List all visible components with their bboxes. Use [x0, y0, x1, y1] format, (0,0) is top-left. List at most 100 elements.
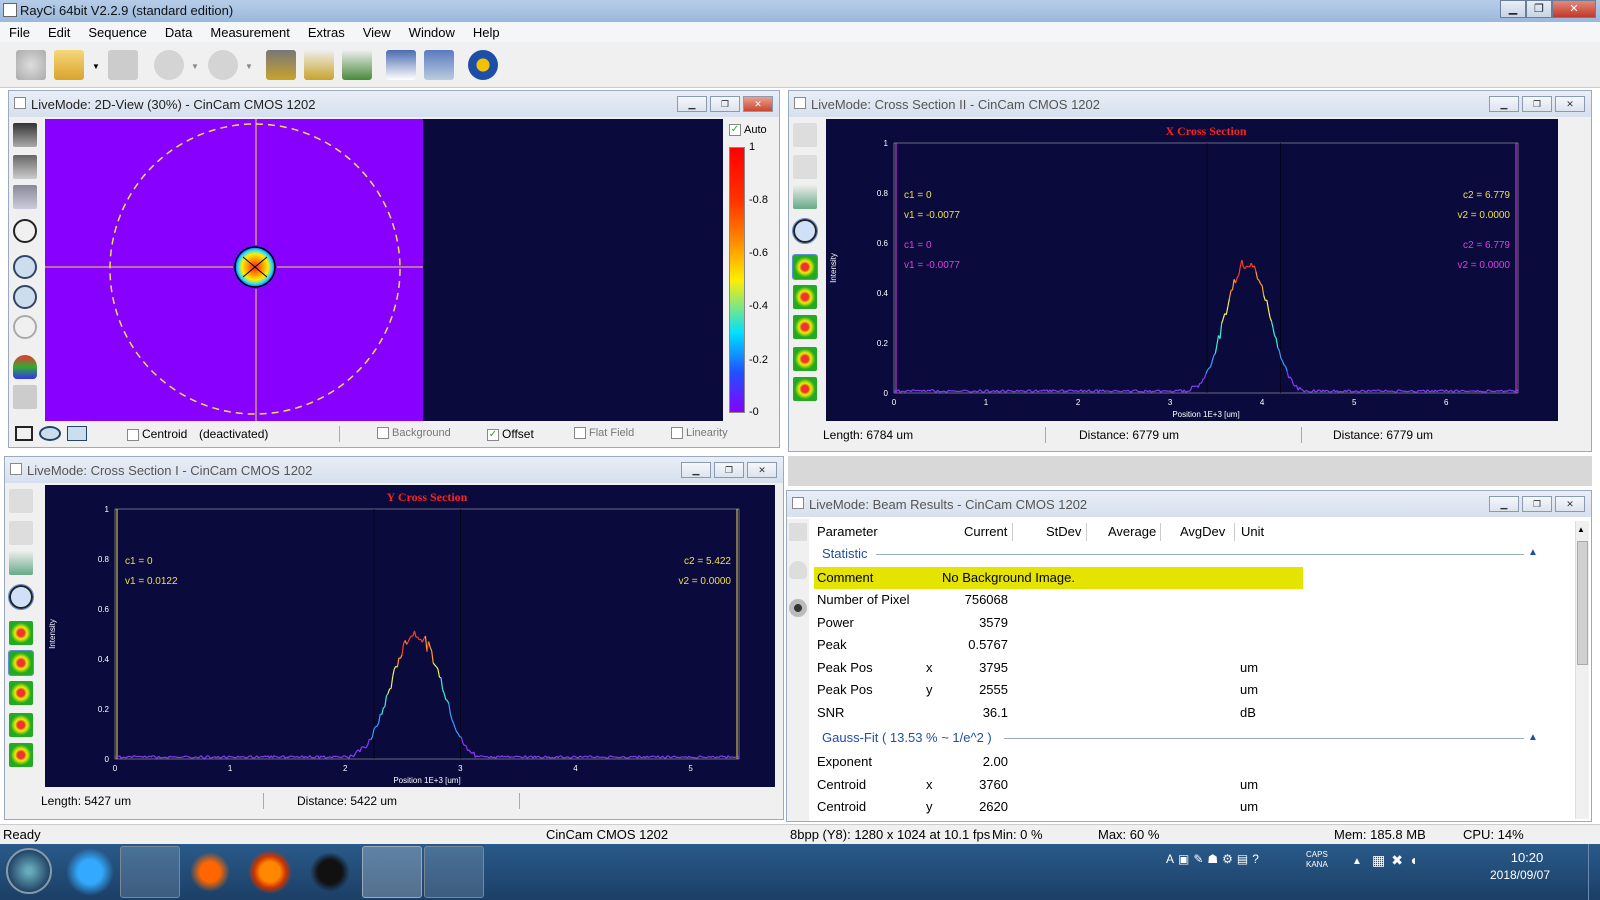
background-checkbox[interactable]: Background — [377, 427, 451, 440]
restore-button[interactable]: ❐ — [714, 462, 744, 478]
header-stdev[interactable]: StDev — [1046, 524, 1081, 539]
report-icon[interactable] — [304, 50, 334, 80]
minimize-button[interactable]: ▁ — [1500, 0, 1526, 18]
rect-aperture-icon[interactable] — [15, 426, 33, 441]
scroll-thumb[interactable] — [1577, 541, 1588, 665]
flatfield-checkbox[interactable]: Flat Field — [574, 427, 634, 440]
collapse-statistic-icon[interactable]: ▲ — [1528, 547, 1538, 558]
export-icon[interactable] — [9, 551, 33, 575]
camera-settings-icon[interactable] — [266, 50, 296, 80]
minimize-button[interactable]: ▁ — [681, 462, 711, 478]
result-row[interactable]: Peak Pos y 2555 um — [814, 679, 1304, 701]
profile-y-icon[interactable] — [8, 650, 34, 676]
auto-checkbox[interactable]: ✓ Auto — [729, 124, 767, 137]
menu-measurement[interactable]: Measurement — [201, 25, 298, 40]
new-icon[interactable] — [16, 50, 46, 80]
save-icon[interactable] — [9, 489, 33, 513]
offset-checkbox[interactable]: ✓ Offset — [487, 427, 534, 441]
redo-icon[interactable] — [208, 50, 238, 80]
firefox-icon[interactable] — [240, 846, 300, 898]
minimize-button[interactable]: ▁ — [677, 96, 707, 112]
profile-major-icon[interactable] — [9, 713, 33, 737]
start-button-icon[interactable] — [6, 848, 52, 894]
crosshair-icon[interactable] — [8, 584, 34, 610]
show-desktop-button[interactable] — [1588, 844, 1600, 900]
x-cross-section-chart[interactable]: X Cross Section 1 0.8 0.6 0.4 0.2 0 0 1 2 3 4 5 6 Posi… — [826, 119, 1558, 421]
save-icon[interactable] — [108, 50, 138, 80]
open-dropdown-icon[interactable]: ▼ — [92, 62, 100, 71]
section-statistic[interactable]: Statistic — [822, 546, 868, 561]
restore-button[interactable]: ❐ — [1522, 96, 1552, 112]
auto-aperture-icon[interactable] — [67, 426, 87, 441]
menu-view[interactable]: View — [354, 25, 400, 40]
help-icon[interactable] — [468, 50, 498, 80]
save-icon[interactable] — [789, 523, 807, 541]
section-gauss-fit[interactable]: Gauss-Fit ( 13.53 % ~ 1/e^2 ) — [822, 730, 992, 745]
panel-icon[interactable] — [13, 385, 37, 409]
profile-x-icon[interactable] — [9, 621, 33, 645]
snapshot-icon[interactable] — [13, 123, 37, 147]
menu-sequence[interactable]: Sequence — [79, 25, 156, 40]
menu-window[interactable]: Window — [400, 25, 464, 40]
minimize-button[interactable]: ▁ — [1489, 96, 1519, 112]
menu-extras[interactable]: Extras — [299, 25, 354, 40]
window-layout-icon[interactable] — [386, 50, 416, 80]
checklist-icon[interactable] — [342, 50, 372, 80]
header-parameter[interactable]: Parameter — [817, 524, 878, 539]
results-scrollbar[interactable]: ▲ — [1575, 521, 1589, 819]
internet-explorer-icon[interactable] — [60, 846, 120, 898]
collapse-gauss-icon[interactable]: ▲ — [1528, 732, 1538, 743]
profile-x-icon[interactable] — [792, 254, 818, 280]
result-row[interactable]: Peak Pos x 3795 um — [814, 657, 1304, 679]
result-row[interactable]: Peak 0.5767 — [814, 634, 1304, 656]
cascade-windows-icon[interactable] — [424, 50, 454, 80]
profile-y-icon[interactable] — [793, 285, 817, 309]
zoom-reset-icon[interactable] — [13, 315, 37, 339]
file-explorer-icon[interactable] — [120, 846, 180, 898]
undo-icon[interactable] — [154, 50, 184, 80]
header-current[interactable]: Current — [964, 524, 1007, 539]
show-hidden-icon[interactable]: ▲ — [1352, 856, 1362, 867]
profile-major-icon[interactable] — [793, 347, 817, 371]
zoom-in-icon[interactable] — [13, 255, 37, 279]
profile-circular-icon[interactable] — [9, 743, 33, 767]
header-unit[interactable]: Unit — [1241, 524, 1264, 539]
menu-edit[interactable]: Edit — [39, 25, 79, 40]
screen-capture-icon[interactable] — [424, 846, 484, 898]
redo-dropdown-icon[interactable]: ▼ — [245, 62, 253, 71]
result-row[interactable]: SNR 36.1 dB — [814, 702, 1304, 724]
menu-data[interactable]: Data — [156, 25, 201, 40]
save-icon[interactable] — [793, 123, 817, 147]
profile-diag-icon[interactable] — [793, 315, 817, 339]
header-average[interactable]: Average — [1108, 524, 1156, 539]
menu-help[interactable]: Help — [464, 25, 509, 40]
copy-image-icon[interactable] — [13, 155, 37, 179]
crosshair-icon[interactable] — [792, 218, 818, 244]
undo-dropdown-icon[interactable]: ▼ — [191, 62, 199, 71]
maximize-button[interactable]: ❐ — [1526, 0, 1552, 18]
close-button[interactable]: ✕ — [1555, 496, 1585, 512]
zoom-out-icon[interactable] — [13, 285, 37, 309]
clear-icon[interactable] — [789, 561, 807, 579]
menu-file[interactable]: File — [0, 25, 39, 40]
media-player-icon[interactable] — [180, 846, 240, 898]
clock-date[interactable]: 2018/09/07 — [1474, 868, 1566, 882]
restore-button[interactable]: ❐ — [710, 96, 740, 112]
result-row[interactable]: Exponent 2.00 — [814, 751, 1304, 773]
centroid-checkbox[interactable]: Centroid — [127, 427, 187, 441]
tray-icons[interactable]: A▣✎☗⚙▤? — [1166, 852, 1296, 870]
close-button[interactable]: ✕ — [1552, 0, 1596, 18]
y-cross-section-chart[interactable]: Y Cross Section 1 0.8 0.6 0.4 0.2 0 0 1 2 3 4 5 Posit… — [45, 485, 775, 787]
open-folder-icon[interactable] — [54, 50, 84, 80]
close-button[interactable]: ✕ — [747, 462, 777, 478]
result-row[interactable]: Number of Pixel 756068 — [814, 589, 1304, 611]
profile-diag-icon[interactable] — [9, 681, 33, 705]
command-prompt-icon[interactable] — [300, 846, 360, 898]
eye-icon[interactable] — [789, 599, 807, 617]
export-icon[interactable] — [793, 185, 817, 209]
profile-circular-icon[interactable] — [793, 377, 817, 401]
minimize-button[interactable]: ▁ — [1489, 496, 1519, 512]
linearity-checkbox[interactable]: Linearity — [671, 427, 728, 440]
3d-view-icon[interactable] — [13, 355, 37, 379]
system-tray-status-icons[interactable]: ▦✖◖ — [1372, 852, 1423, 869]
